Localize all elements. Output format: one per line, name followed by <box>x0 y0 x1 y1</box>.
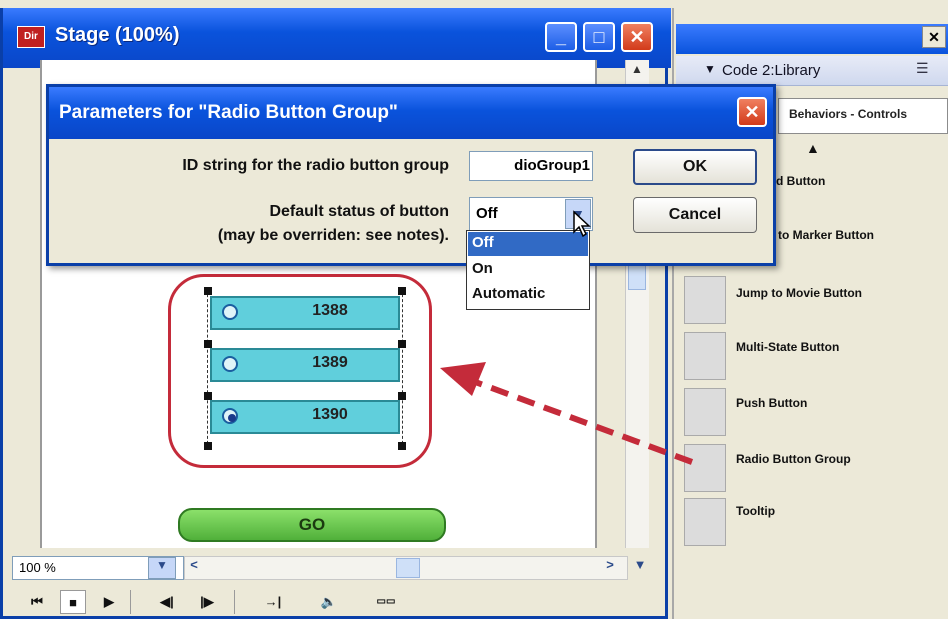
close-icon[interactable]: ✕ <box>922 26 946 48</box>
mouse-cursor-icon <box>573 210 591 238</box>
tooltip-icon[interactable] <box>684 498 726 546</box>
default-status-note: (may be overriden: see notes). <box>217 227 449 244</box>
selection-handle[interactable] <box>204 340 212 348</box>
rewind-icon[interactable]: ⏮ <box>24 590 50 614</box>
selection-handle[interactable] <box>398 392 406 400</box>
library-item-label[interactable]: Radio Button Group <box>736 452 851 466</box>
selection-handle[interactable] <box>398 340 406 348</box>
cancel-button[interactable]: Cancel <box>633 197 757 233</box>
maximize-button[interactable]: □ <box>583 22 615 52</box>
library-titlebar[interactable] <box>676 24 948 54</box>
default-status-label: Default status of button <box>269 203 449 220</box>
drag-arrow-icon <box>440 362 694 465</box>
option-automatic[interactable]: Automatic <box>468 283 588 307</box>
stage-title: Stage (100%) <box>55 24 180 46</box>
movie-button-icon[interactable] <box>684 276 726 324</box>
minimize-button[interactable]: _ <box>545 22 577 52</box>
id-string-label: ID string for the radio button group <box>182 157 449 174</box>
radio-button-label: 1388 <box>312 302 348 319</box>
library-item-label[interactable]: Multi-State Button <box>736 340 839 354</box>
keyboard-icon[interactable]: ▭▭ <box>368 590 404 614</box>
divider <box>234 590 235 614</box>
selection-handle[interactable] <box>398 442 406 450</box>
play-icon[interactable]: ▶ <box>96 590 122 614</box>
library-item-label[interactable]: Jump to Movie Button <box>736 286 862 300</box>
chevron-down-icon[interactable]: ▼ <box>148 557 176 579</box>
selection-handle[interactable] <box>204 287 212 295</box>
director-app-icon: Dir <box>17 26 45 48</box>
horizontal-scroll-thumb[interactable] <box>396 558 420 578</box>
go-button[interactable]: GO <box>178 508 446 542</box>
radio-dot-icon <box>228 414 236 422</box>
stop-icon[interactable]: ■ <box>60 590 86 614</box>
id-string-input[interactable]: dioGroup1 <box>469 151 593 181</box>
option-on[interactable]: On <box>468 258 588 282</box>
stage-titlebar[interactable]: Dir Stage (100%) _ □ ✕ <box>3 8 671 68</box>
option-off[interactable]: Off <box>468 232 588 256</box>
library-item-label[interactable]: Tooltip <box>736 504 775 518</box>
library-category-select[interactable]: Behaviors - Controls <box>778 98 948 134</box>
radio-circle-icon <box>222 356 238 372</box>
scroll-down-icon[interactable]: ▼ <box>630 557 650 579</box>
radio-circle-icon <box>222 304 238 320</box>
library-header-label: Code 2:Library <box>722 62 821 79</box>
library-item-label[interactable]: to Marker Button <box>778 228 874 242</box>
volume-icon[interactable]: 🔈 <box>312 590 346 614</box>
collapse-arrow-icon[interactable]: ▼ <box>704 62 716 76</box>
scroll-up-icon[interactable]: ▲ <box>806 140 820 156</box>
loop-playback-icon[interactable]: →| <box>256 590 290 614</box>
close-button[interactable]: ✕ <box>621 22 653 52</box>
radio-button-label: 1390 <box>312 406 348 423</box>
library-item-label[interactable]: Push Button <box>736 396 807 410</box>
divider <box>130 590 131 614</box>
radio-button-label: 1389 <box>312 354 348 371</box>
scroll-left-icon[interactable]: < <box>184 557 204 579</box>
selection-handle[interactable] <box>204 392 212 400</box>
ok-button[interactable]: OK <box>633 149 757 185</box>
step-forward-icon[interactable]: |▶ <box>194 590 220 614</box>
dialog-title: Parameters for "Radio Button Group" <box>59 102 398 123</box>
step-back-icon[interactable]: ◀| <box>154 590 180 614</box>
panel-menu-icon[interactable]: ☰ <box>916 60 929 77</box>
selection-handle[interactable] <box>398 287 406 295</box>
scroll-up-icon[interactable]: ▲ <box>625 62 649 82</box>
dialog-titlebar[interactable]: Parameters for "Radio Button Group" ✕ <box>49 87 773 139</box>
scroll-right-icon[interactable]: > <box>600 557 620 579</box>
vertical-scroll-thumb[interactable] <box>628 262 646 290</box>
parameters-dialog: Parameters for "Radio Button Group" ✕ ID… <box>46 84 776 266</box>
selection-handle[interactable] <box>204 442 212 450</box>
close-icon[interactable]: ✕ <box>737 97 767 127</box>
